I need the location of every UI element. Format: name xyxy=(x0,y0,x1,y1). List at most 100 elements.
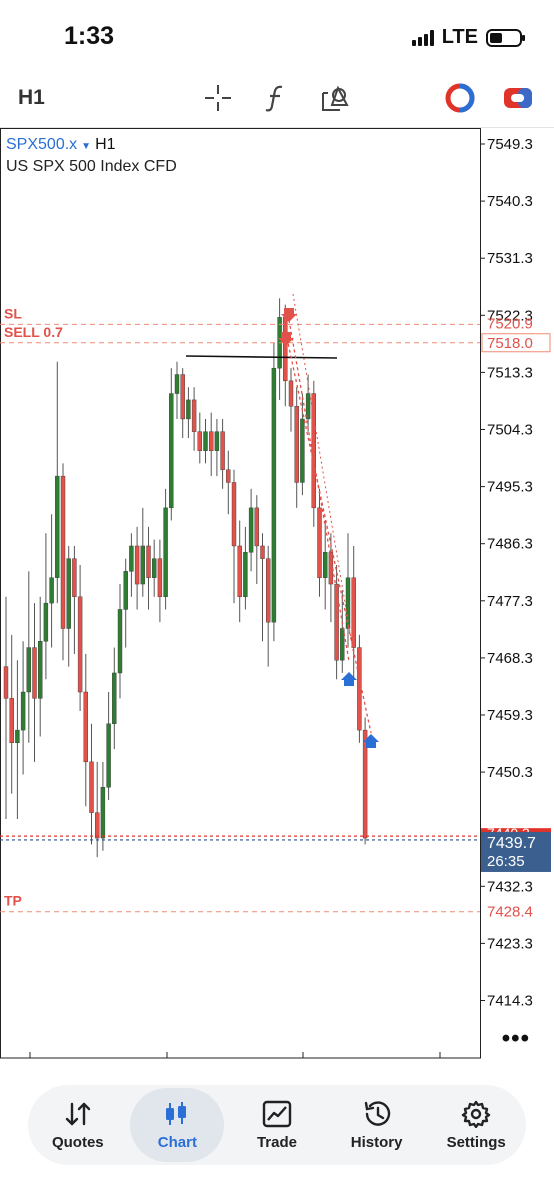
candle-bear xyxy=(197,431,203,451)
candle-bear xyxy=(317,507,322,578)
price-label: 7468.3 xyxy=(487,650,533,667)
candle-bull xyxy=(163,507,168,597)
tab-label: History xyxy=(350,1133,403,1151)
candle-bear xyxy=(208,431,214,451)
candle-bull xyxy=(151,558,157,578)
timeframe-button[interactable]: H1 xyxy=(18,86,45,110)
candle-bull xyxy=(123,571,128,610)
candle-bear xyxy=(294,406,299,483)
candlestick-icon xyxy=(166,1101,187,1125)
price-label: 7513.3 xyxy=(487,364,533,381)
price-label: 7423.3 xyxy=(487,935,533,952)
history-clock-icon xyxy=(364,1100,390,1126)
candle-bull xyxy=(129,545,134,572)
signal-circle-icon[interactable] xyxy=(442,80,478,116)
candle-bull xyxy=(117,609,123,674)
candle-bull xyxy=(66,558,71,629)
objects-icon[interactable] xyxy=(318,80,354,116)
candle-bear xyxy=(260,545,265,559)
candle-bull xyxy=(112,672,117,724)
chart-timeframe: H1 xyxy=(95,136,116,153)
candle-bear xyxy=(334,583,339,661)
tab-quotes[interactable]: Quotes xyxy=(31,1088,125,1162)
candle-bear xyxy=(157,558,163,597)
price-label: 7459.3 xyxy=(487,707,533,724)
network-type: LTE xyxy=(441,26,478,48)
trade-path xyxy=(286,337,372,734)
trade-toggle-icon[interactable] xyxy=(500,80,536,116)
symbol-dropdown-icon[interactable]: ▼ xyxy=(81,141,91,152)
candle-bull xyxy=(300,418,305,483)
bar-countdown: 26:35 xyxy=(487,853,525,870)
price-chart[interactable]: 7549.37540.37531.37522.37513.37504.37495… xyxy=(0,128,554,1080)
candle-bear xyxy=(83,691,89,763)
candle-bear xyxy=(180,374,185,420)
candle-bull xyxy=(203,431,208,451)
candle-bear xyxy=(77,596,83,693)
tab-trade[interactable]: Trade xyxy=(230,1088,324,1162)
symbol-description: US SPX 500 Index CFD xyxy=(6,158,177,175)
price-label: 7450.3 xyxy=(487,764,533,781)
symbol-header[interactable]: SPX500.x ▼ H1 xyxy=(6,136,116,154)
candle-bull xyxy=(55,475,60,578)
price-label: 7495.3 xyxy=(487,479,533,496)
candle-bull xyxy=(243,552,248,597)
candle-bear xyxy=(9,698,14,744)
candle-bull xyxy=(305,393,311,420)
candle-bull xyxy=(106,723,111,788)
candle-bull xyxy=(38,641,43,699)
symbol-name[interactable]: SPX500.x xyxy=(6,136,77,153)
price-label: 7549.3 xyxy=(487,136,533,153)
candle-bear xyxy=(32,647,37,699)
candle-bull xyxy=(271,367,277,623)
candle-bear xyxy=(237,545,242,597)
status-bar: 1:33 LTE xyxy=(0,0,554,70)
more-options-icon[interactable]: ••• xyxy=(502,1025,530,1053)
tab-history[interactable]: History xyxy=(330,1088,424,1162)
candle-bull xyxy=(174,374,180,394)
sl-price-label: 7520.9 xyxy=(487,315,533,332)
quotes-arrows-icon xyxy=(65,1102,90,1125)
status-indicators: LTE xyxy=(411,26,525,49)
price-label: 7477.3 xyxy=(487,593,533,610)
price-label: 7504.3 xyxy=(487,422,533,439)
price-label: 7432.3 xyxy=(487,878,533,895)
tp-price-label: 7428.4 xyxy=(487,904,533,921)
candle-bull xyxy=(248,507,254,553)
sell-price-label: 7518.0 xyxy=(487,335,533,352)
sl-label: SL xyxy=(4,305,22,321)
candle-bull xyxy=(214,431,220,451)
chart-toolbar: H1 xyxy=(0,70,554,128)
price-label: 7540.3 xyxy=(487,193,533,210)
candle-bull xyxy=(49,577,54,604)
price-label: 7531.3 xyxy=(487,250,533,267)
candle-bear xyxy=(60,475,66,629)
candle-bear xyxy=(351,577,356,648)
status-time: 1:33 xyxy=(64,22,115,50)
candle-bear xyxy=(357,647,362,731)
bid-price-label: 7439.7 xyxy=(487,835,536,852)
tab-chart[interactable]: Chart xyxy=(130,1088,225,1162)
candle-bull xyxy=(186,399,191,420)
crosshair-icon[interactable] xyxy=(200,80,236,116)
chart-area[interactable]: 7549.3 7540.3 7531.3 7522.3 7513.3 7504.3 7495… xyxy=(0,128,554,1080)
candle-bear xyxy=(288,380,294,407)
candle-bear xyxy=(94,812,100,839)
tab-label: Settings xyxy=(446,1133,506,1151)
candle-bear xyxy=(266,558,271,623)
bottom-tab-bar: Quotes Chart Trade History Settings xyxy=(28,1085,526,1165)
candle-bear xyxy=(226,469,231,483)
candle-bear xyxy=(134,545,140,585)
function-icon[interactable] xyxy=(258,80,294,116)
candle-bear xyxy=(220,431,225,470)
sell-label: SELL 0.7 xyxy=(4,324,63,340)
candle-bear xyxy=(89,761,94,813)
candle-bull xyxy=(323,552,328,578)
tp-label: TP xyxy=(4,893,22,909)
tab-settings[interactable]: Settings xyxy=(429,1088,523,1162)
tab-label: Chart xyxy=(157,1133,197,1151)
candle-bear xyxy=(283,317,288,382)
buy-exit-arrow xyxy=(341,672,357,686)
candle-bear xyxy=(231,482,237,547)
trendline xyxy=(185,355,338,359)
